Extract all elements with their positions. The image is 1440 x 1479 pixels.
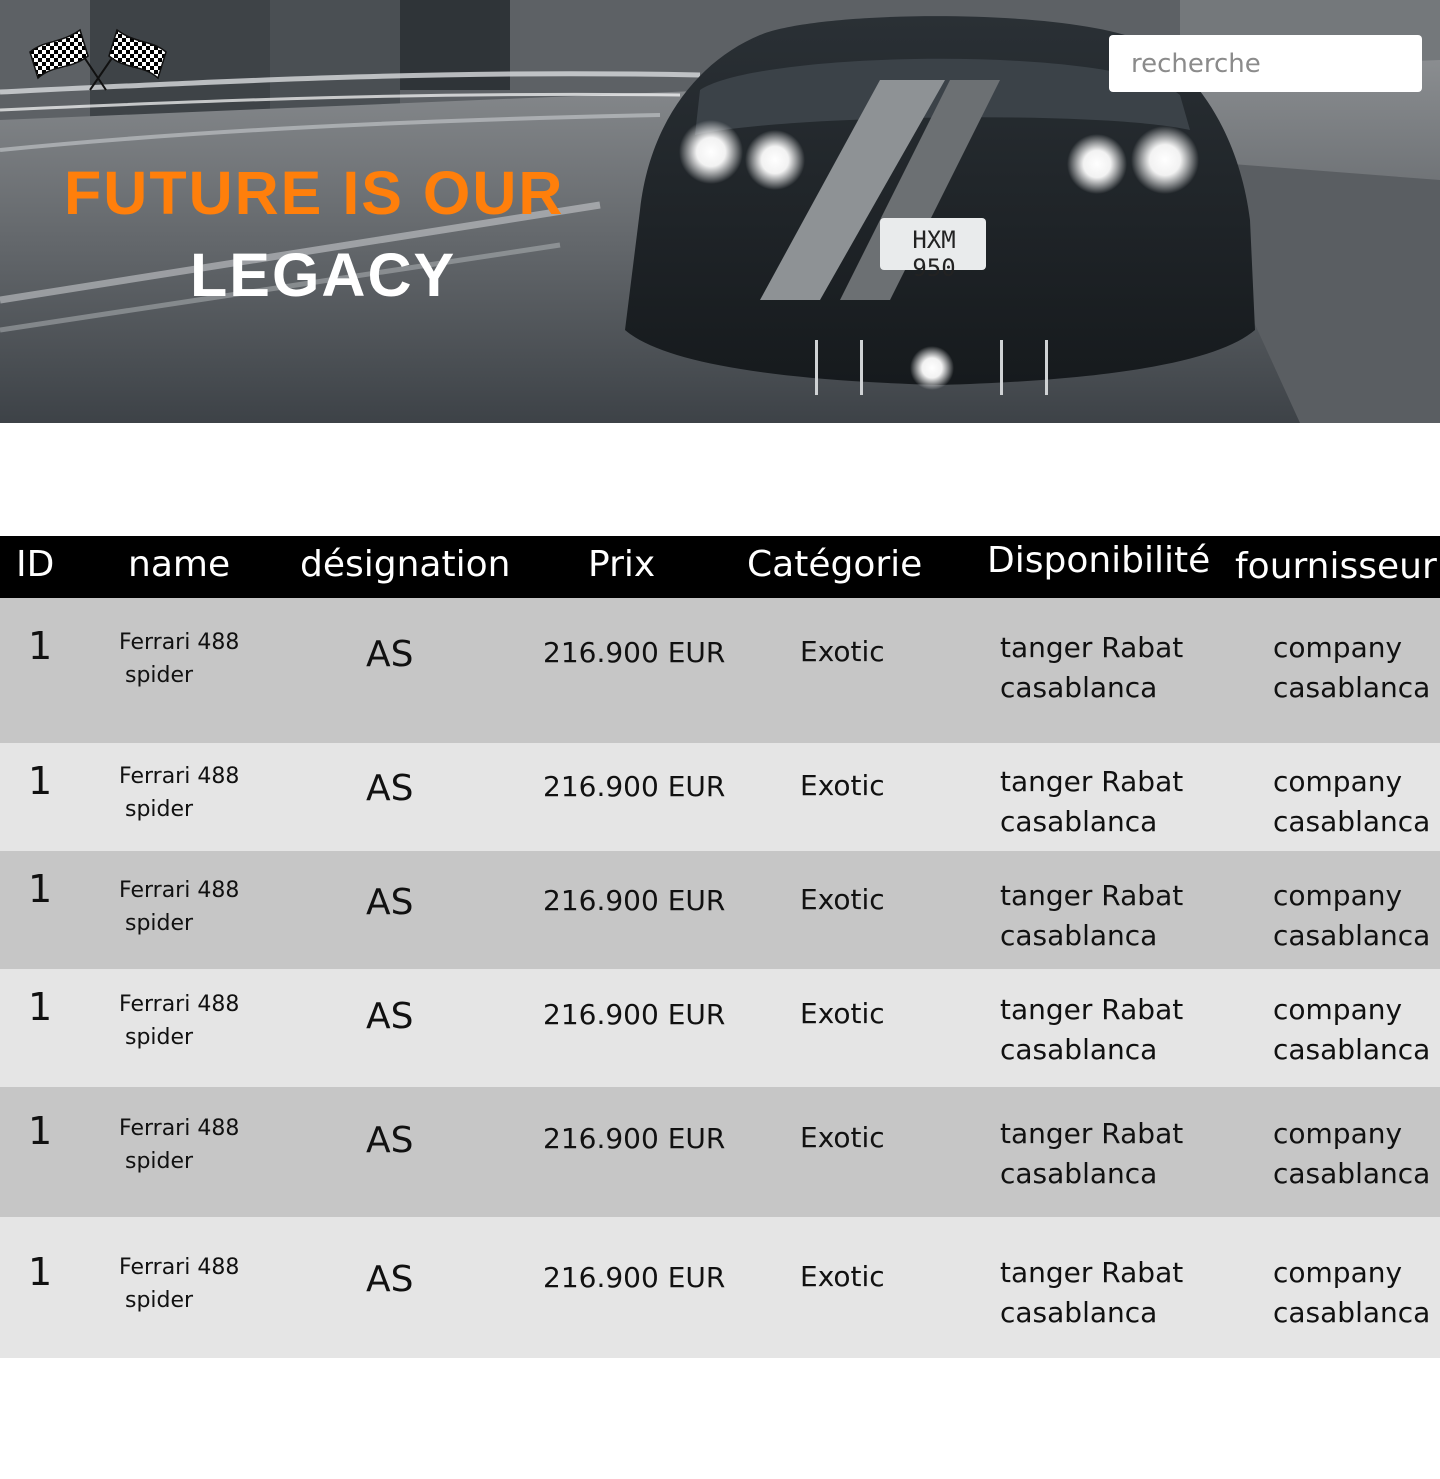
cell-prix: 216.900 EUR xyxy=(543,636,726,669)
cell-fournisseur: company casablanca xyxy=(1273,879,1431,952)
cell-id: 1 xyxy=(28,759,53,803)
cell-categorie: Exotic xyxy=(800,1260,885,1293)
cell-name: Ferrari 488 spider xyxy=(119,1255,240,1313)
column-header-designation: désignation xyxy=(300,544,511,585)
table-row[interactable]: 1 Ferrari 488 spider AS 216.900 EUR Exoti… xyxy=(0,598,1440,743)
cell-designation: AS xyxy=(366,768,414,809)
table-row[interactable]: 1 Ferrari 488 spider AS 216.900 EUR Exoti… xyxy=(0,743,1440,851)
cell-prix: 216.900 EUR xyxy=(543,1122,726,1155)
cell-designation: AS xyxy=(366,1259,414,1300)
cell-fournisseur: company casablanca xyxy=(1273,765,1431,838)
table-header: ID name désignation Prix Catégorie Dispo… xyxy=(0,536,1440,598)
table-row[interactable]: 1 Ferrari 488 spider AS 216.900 EUR Exoti… xyxy=(0,1217,1440,1358)
hero-banner: HXM 950 FUTURE IS OUR LEGACY xyxy=(0,0,1440,423)
headline-line-2: LEGACY xyxy=(190,241,457,309)
cell-id: 1 xyxy=(28,1109,53,1153)
table-row[interactable]: 1 Ferrari 488 spider AS 216.900 EUR Exoti… xyxy=(0,851,1440,969)
cell-prix: 216.900 EUR xyxy=(543,1261,726,1294)
cell-categorie: Exotic xyxy=(800,769,885,802)
license-plate-text: HXM 950 xyxy=(912,226,956,282)
column-header-id: ID xyxy=(16,544,55,585)
column-header-prix: Prix xyxy=(588,544,656,585)
cell-fournisseur: company casablanca xyxy=(1273,1256,1431,1329)
cell-prix: 216.900 EUR xyxy=(543,884,726,917)
cell-fournisseur: company casablanca xyxy=(1273,993,1431,1066)
cell-disponibilite: tanger Rabat casablanca xyxy=(1000,765,1184,838)
cell-name: Ferrari 488 spider xyxy=(119,878,240,936)
cell-disponibilite: tanger Rabat casablanca xyxy=(1000,879,1184,952)
cell-prix: 216.900 EUR xyxy=(543,770,726,803)
cell-name: Ferrari 488 spider xyxy=(119,630,240,688)
cell-id: 1 xyxy=(28,867,53,911)
search-input[interactable] xyxy=(1109,35,1422,92)
cell-disponibilite: tanger Rabat casablanca xyxy=(1000,631,1184,704)
column-header-name: name xyxy=(128,544,231,585)
headline-line-1: FUTURE IS OUR xyxy=(64,159,565,227)
cell-designation: AS xyxy=(366,634,414,675)
cell-disponibilite: tanger Rabat casablanca xyxy=(1000,1117,1184,1190)
cell-designation: AS xyxy=(366,996,414,1037)
cell-fournisseur: company casablanca xyxy=(1273,631,1431,704)
cell-designation: AS xyxy=(366,882,414,923)
cell-name: Ferrari 488 spider xyxy=(119,1116,240,1174)
cell-id: 1 xyxy=(28,624,53,668)
cell-disponibilite: tanger Rabat casablanca xyxy=(1000,1256,1184,1329)
cell-name: Ferrari 488 spider xyxy=(119,992,240,1050)
cell-id: 1 xyxy=(28,1250,53,1294)
column-header-disponibilite: Disponibilité xyxy=(987,540,1211,581)
column-header-categorie: Catégorie xyxy=(747,544,923,585)
cars-table: ID name désignation Prix Catégorie Dispo… xyxy=(0,536,1440,1358)
cell-disponibilite: tanger Rabat casablanca xyxy=(1000,993,1184,1066)
cell-categorie: Exotic xyxy=(800,883,885,916)
checkered-flags-icon xyxy=(29,28,167,91)
cell-id: 1 xyxy=(28,985,53,1029)
cell-categorie: Exotic xyxy=(800,635,885,668)
cell-prix: 216.900 EUR xyxy=(543,998,726,1031)
table-row[interactable]: 1 Ferrari 488 spider AS 216.900 EUR Exoti… xyxy=(0,1087,1440,1217)
table-row[interactable]: 1 Ferrari 488 spider AS 216.900 EUR Exoti… xyxy=(0,969,1440,1087)
cell-designation: AS xyxy=(366,1120,414,1161)
cell-name: Ferrari 488 spider xyxy=(119,764,240,822)
cell-fournisseur: company casablanca xyxy=(1273,1117,1431,1190)
cell-categorie: Exotic xyxy=(800,1121,885,1154)
column-header-fournisseur: fournisseur xyxy=(1235,546,1437,587)
cell-categorie: Exotic xyxy=(800,997,885,1030)
